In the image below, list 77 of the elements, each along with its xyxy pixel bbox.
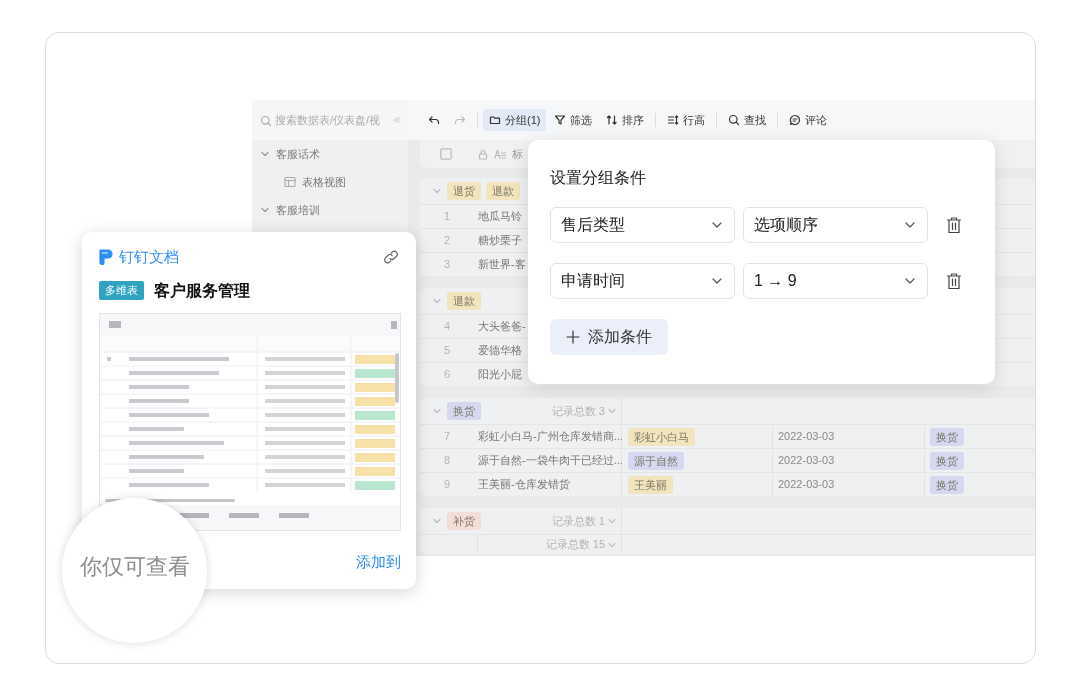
sidebar-item[interactable]: 表格视图 <box>302 173 346 191</box>
group-tag: 补货 <box>447 512 481 530</box>
trash-icon[interactable] <box>946 272 962 290</box>
column-header: 标 <box>512 146 523 162</box>
collapse-icon[interactable] <box>393 115 400 125</box>
link-icon[interactable] <box>383 249 399 266</box>
chevron-icon[interactable] <box>432 186 442 196</box>
row-number: 4 <box>443 319 452 335</box>
table-cell-text: 2022-03-03 <box>778 429 835 445</box>
find-button[interactable]: 查找 <box>722 108 773 132</box>
table-cell: 源于自然-一袋牛肉干已经过... <box>478 449 622 472</box>
type-tag: 换货 <box>930 475 964 494</box>
table-cell-text: 2022-03-03 <box>778 453 835 469</box>
select-field[interactable]: 售后类型 <box>550 207 735 243</box>
row-number: 9 <box>443 477 452 493</box>
group-tag: 退款 <box>486 182 520 200</box>
add-to-link[interactable]: 添加到 <box>356 550 401 573</box>
select-field[interactable]: 选项顺序 <box>743 207 928 243</box>
type-badge: 多维表 <box>99 281 144 300</box>
chevron-icon[interactable] <box>432 516 442 526</box>
permission-note: 你仅可查看 <box>79 553 190 581</box>
chevron-icon[interactable] <box>260 205 270 215</box>
table-cell: 王美丽-仓库发错货 <box>478 473 622 496</box>
brand-name: 钉钉文档 <box>119 247 179 267</box>
name-tag: 彩虹小白马 <box>628 427 695 446</box>
select-field[interactable]: 申请时间 <box>550 263 735 299</box>
row-height-button[interactable]: 行高 <box>661 108 712 132</box>
row-number: 7 <box>443 429 452 445</box>
row-number: 1 <box>443 209 452 225</box>
sidebar-item[interactable]: 客服培训 <box>276 201 320 219</box>
name-tag: 王美丽 <box>628 475 673 494</box>
name-tag: 源于自然 <box>628 451 684 470</box>
row-number: 6 <box>443 367 452 383</box>
redo-icon <box>454 114 466 126</box>
filter-button[interactable]: 筛选 <box>548 108 599 132</box>
sort-button[interactable]: 排序 <box>600 108 651 132</box>
row-number: 2 <box>443 233 452 249</box>
type-tag: 换货 <box>930 427 964 446</box>
chevron-icon[interactable] <box>607 516 617 526</box>
group-tag: 退款 <box>447 292 481 310</box>
chevron-icon[interactable] <box>607 406 617 416</box>
sort-icon <box>606 114 619 126</box>
sidebar-item[interactable]: 客服话术 <box>276 145 320 163</box>
folder-icon <box>489 114 501 126</box>
group-tag: 换货 <box>447 402 481 420</box>
chevron-icon[interactable] <box>432 406 442 416</box>
table-cell: 彩虹小白马-广州仓库发错商... <box>478 425 622 448</box>
type-tag: 换货 <box>930 451 964 470</box>
row-number: 5 <box>443 343 452 359</box>
search-icon <box>260 114 271 126</box>
chevron-icon[interactable] <box>432 296 442 306</box>
plus-icon <box>566 330 580 344</box>
row-height-icon <box>667 114 680 126</box>
lock-icon <box>478 148 488 160</box>
table-cell-text: 2022-03-03 <box>778 477 835 493</box>
comment-button[interactable]: 评论 <box>783 108 834 132</box>
card-title: 客户服务管理 <box>154 280 250 301</box>
record-count: 记录总数 15 <box>545 537 605 553</box>
row-number: 8 <box>443 453 452 469</box>
comment-icon <box>789 114 802 126</box>
add-condition-button[interactable]: 添加条件 <box>550 319 668 355</box>
popup-title: 设置分组条件 <box>550 168 647 188</box>
group-button[interactable]: 分组(1) <box>483 108 547 132</box>
search-icon <box>728 114 741 126</box>
filter-icon <box>554 114 567 126</box>
record-count: 记录总数 3 <box>551 403 605 419</box>
checkbox[interactable] <box>440 148 452 160</box>
document-logo-icon <box>99 248 113 266</box>
text-field-icon <box>494 149 506 159</box>
row-number: 3 <box>443 257 452 273</box>
chevron-icon[interactable] <box>260 149 270 159</box>
group-tag: 退货 <box>447 182 481 200</box>
undo-icon <box>428 114 440 126</box>
record-count: 记录总数 1 <box>551 513 605 529</box>
trash-icon[interactable] <box>946 216 962 234</box>
table-view-icon <box>284 176 296 188</box>
select-field[interactable]: 1 → 9 <box>743 263 928 299</box>
